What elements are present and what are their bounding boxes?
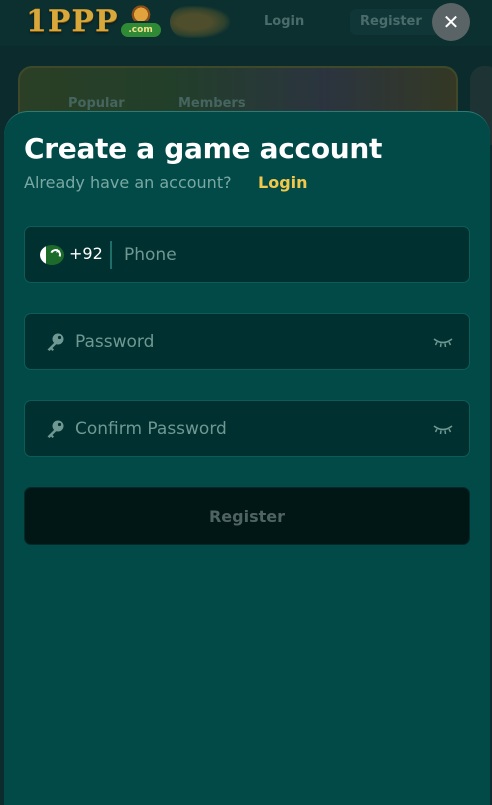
register-button[interactable]: Register [24,487,470,545]
logo-text: 1PPP [26,4,119,39]
promo-icon [170,6,230,38]
key-icon [47,333,64,351]
header-login-button[interactable]: Login [264,9,304,35]
bg-tab-popular: Popular [68,96,125,111]
eye-closed-icon[interactable] [433,423,453,435]
site-logo[interactable]: 1PPP .com [26,4,161,39]
close-icon: ✕ [442,10,460,34]
eye-closed-icon[interactable] [433,336,453,348]
phone-input[interactable] [124,227,454,282]
key-icon [47,420,64,438]
header-register-button[interactable]: Register [350,9,440,35]
logo-domain: .com [120,23,161,37]
phone-field[interactable]: ★ +92 [24,226,470,283]
modal-subtitle: Already have an account? [24,173,232,192]
bg-tab-members: Members [178,96,246,111]
close-modal-button[interactable]: ✕ [432,3,470,41]
confirm-password-input[interactable] [75,401,415,456]
phone-divider [110,241,112,269]
password-field[interactable] [24,313,470,370]
crown-icon [128,5,153,21]
country-code[interactable]: +92 [69,244,103,263]
confirm-password-field[interactable] [24,400,470,457]
modal-title: Create a game account [24,132,383,165]
login-link[interactable]: Login [258,173,308,192]
register-modal: Create a game account Already have an ac… [4,111,490,805]
password-input[interactable] [75,314,415,369]
pakistan-flag-icon[interactable]: ★ [40,245,64,265]
logo-badge: .com [120,5,161,39]
site-header: 1PPP .com Login Register [0,0,492,46]
